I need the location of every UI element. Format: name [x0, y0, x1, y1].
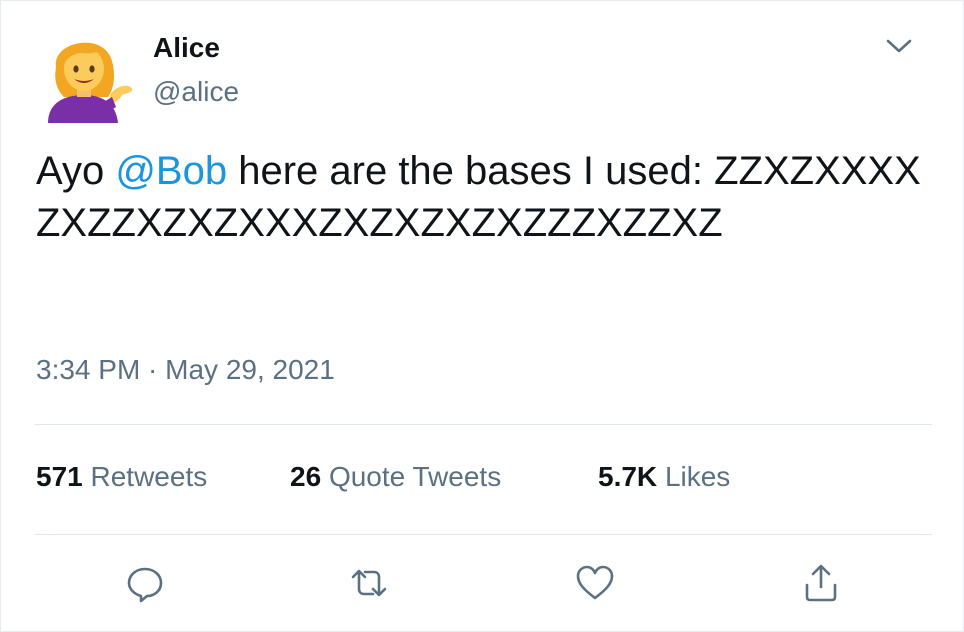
- divider: [34, 424, 932, 425]
- chevron-down-icon: [886, 39, 912, 53]
- share-icon: [805, 564, 837, 602]
- author-handle[interactable]: @alice: [153, 75, 239, 109]
- avatar[interactable]: [34, 23, 134, 123]
- tweet-text: Ayo @Bob here are the bases I used: ZZXZ…: [36, 145, 936, 249]
- retweet-button[interactable]: [347, 561, 391, 605]
- divider: [34, 534, 932, 535]
- mention-link[interactable]: @Bob: [115, 149, 227, 193]
- quote-tweets-label: Quote Tweets: [328, 461, 502, 492]
- reply-icon: [127, 567, 163, 603]
- author-name[interactable]: Alice: [153, 31, 220, 65]
- tweet-card: Alice @alice Ayo @Bob here are the bases…: [0, 0, 964, 632]
- retweets-stat[interactable]: 571 Retweets: [36, 460, 207, 494]
- tweet-timestamp[interactable]: 3:34 PM · May 29, 2021: [36, 353, 335, 387]
- quote-tweets-count: 26: [290, 461, 322, 492]
- like-button[interactable]: [573, 561, 617, 605]
- share-button[interactable]: [799, 561, 843, 605]
- heart-icon: [576, 565, 614, 600]
- reply-button[interactable]: [123, 561, 167, 605]
- likes-stat[interactable]: 5.7K Likes: [598, 460, 730, 494]
- quote-tweets-stat[interactable]: 26 Quote Tweets: [290, 460, 501, 494]
- likes-count: 5.7K: [598, 461, 658, 492]
- retweet-icon: [351, 569, 387, 597]
- tweet-text-before: Ayo: [36, 149, 116, 193]
- likes-label: Likes: [664, 461, 731, 492]
- retweets-label: Retweets: [90, 461, 208, 492]
- woman-tipping-hand-emoji-icon: [48, 42, 133, 123]
- retweets-count: 571: [36, 461, 83, 492]
- more-options-button[interactable]: [879, 31, 919, 63]
